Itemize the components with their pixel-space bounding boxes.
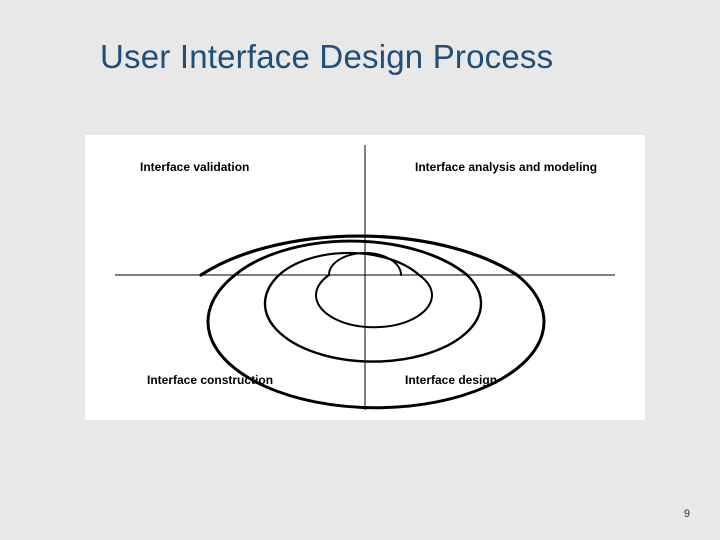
quadrant-label-top-left: Interface validation (140, 160, 249, 174)
slide-title: User Interface Design Process (100, 38, 553, 76)
page-number: 9 (684, 508, 690, 520)
slide: User Interface Design Process Int (0, 0, 720, 540)
quadrant-label-bottom-left: Interface construction (147, 373, 273, 387)
spiral-diagram: Interface validation Interface analysis … (85, 135, 645, 420)
quadrant-label-top-right: Interface analysis and modeling (415, 160, 597, 174)
quadrant-label-bottom-right: Interface design (405, 373, 497, 387)
